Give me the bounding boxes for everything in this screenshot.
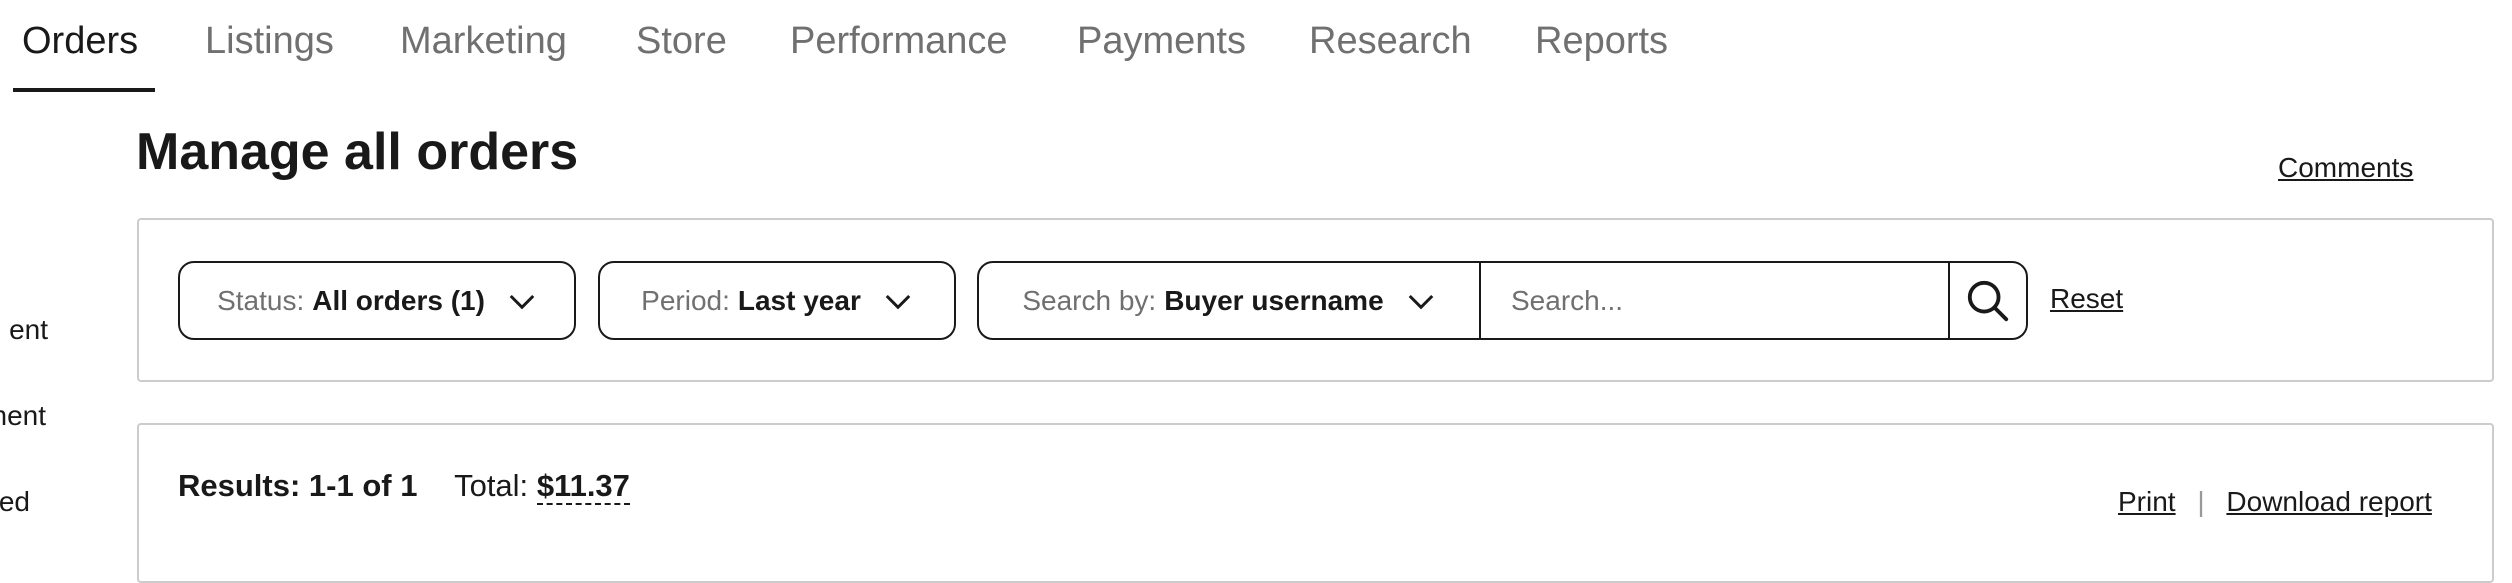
results-summary-line: Results: 1-1 of 1 Total: $11.37 [178,468,630,505]
results-count: Results: 1-1 of 1 [178,468,418,503]
total-value[interactable]: $11.37 [536,468,630,505]
tab-listings[interactable]: Listings [205,20,334,63]
tab-store[interactable]: Store [636,20,727,63]
magnifier-icon [1967,280,2009,321]
tab-marketing[interactable]: Marketing [400,20,567,63]
tab-reports[interactable]: Reports [1535,20,1668,63]
tab-research[interactable]: Research [1309,20,1472,63]
chevron-down-icon [885,294,911,309]
sidebar-item[interactable]: nent [0,400,46,432]
period-filter-dropdown[interactable]: Period: Last year [598,261,956,340]
search-by-label: Search by: [1022,284,1157,316]
sidebar-item[interactable]: ed [0,486,30,518]
download-report-link[interactable]: Download report [2226,486,2431,517]
search-button[interactable] [1948,261,2028,340]
chevron-down-icon [509,294,535,309]
status-filter-label: Status: [217,284,305,316]
tab-payments[interactable]: Payments [1077,20,1246,63]
chevron-down-icon [1408,294,1433,309]
period-filter-label: Period: [641,284,730,316]
search-by-value: Buyer username [1164,284,1384,316]
search-input[interactable] [1479,261,1950,340]
separator: | [2197,486,2205,517]
active-tab-indicator [13,88,155,92]
status-filter-dropdown[interactable]: Status: All orders (1) [178,261,576,340]
results-actions: Print | Download report [2118,486,2432,518]
total-label: Total: [454,468,529,503]
print-link[interactable]: Print [2118,486,2176,517]
sidebar-item[interactable]: ent [0,314,48,346]
search-by-dropdown[interactable]: Search by: Buyer username [977,261,1481,340]
tab-performance[interactable]: Performance [790,20,1008,63]
period-filter-value: Last year [737,284,861,316]
tab-orders[interactable]: Orders [22,20,138,63]
page-title: Manage all orders [136,123,579,181]
comments-link[interactable]: Comments [2278,152,2413,184]
status-filter-value: All orders (1) [312,284,485,316]
reset-link[interactable]: Reset [2050,283,2123,315]
